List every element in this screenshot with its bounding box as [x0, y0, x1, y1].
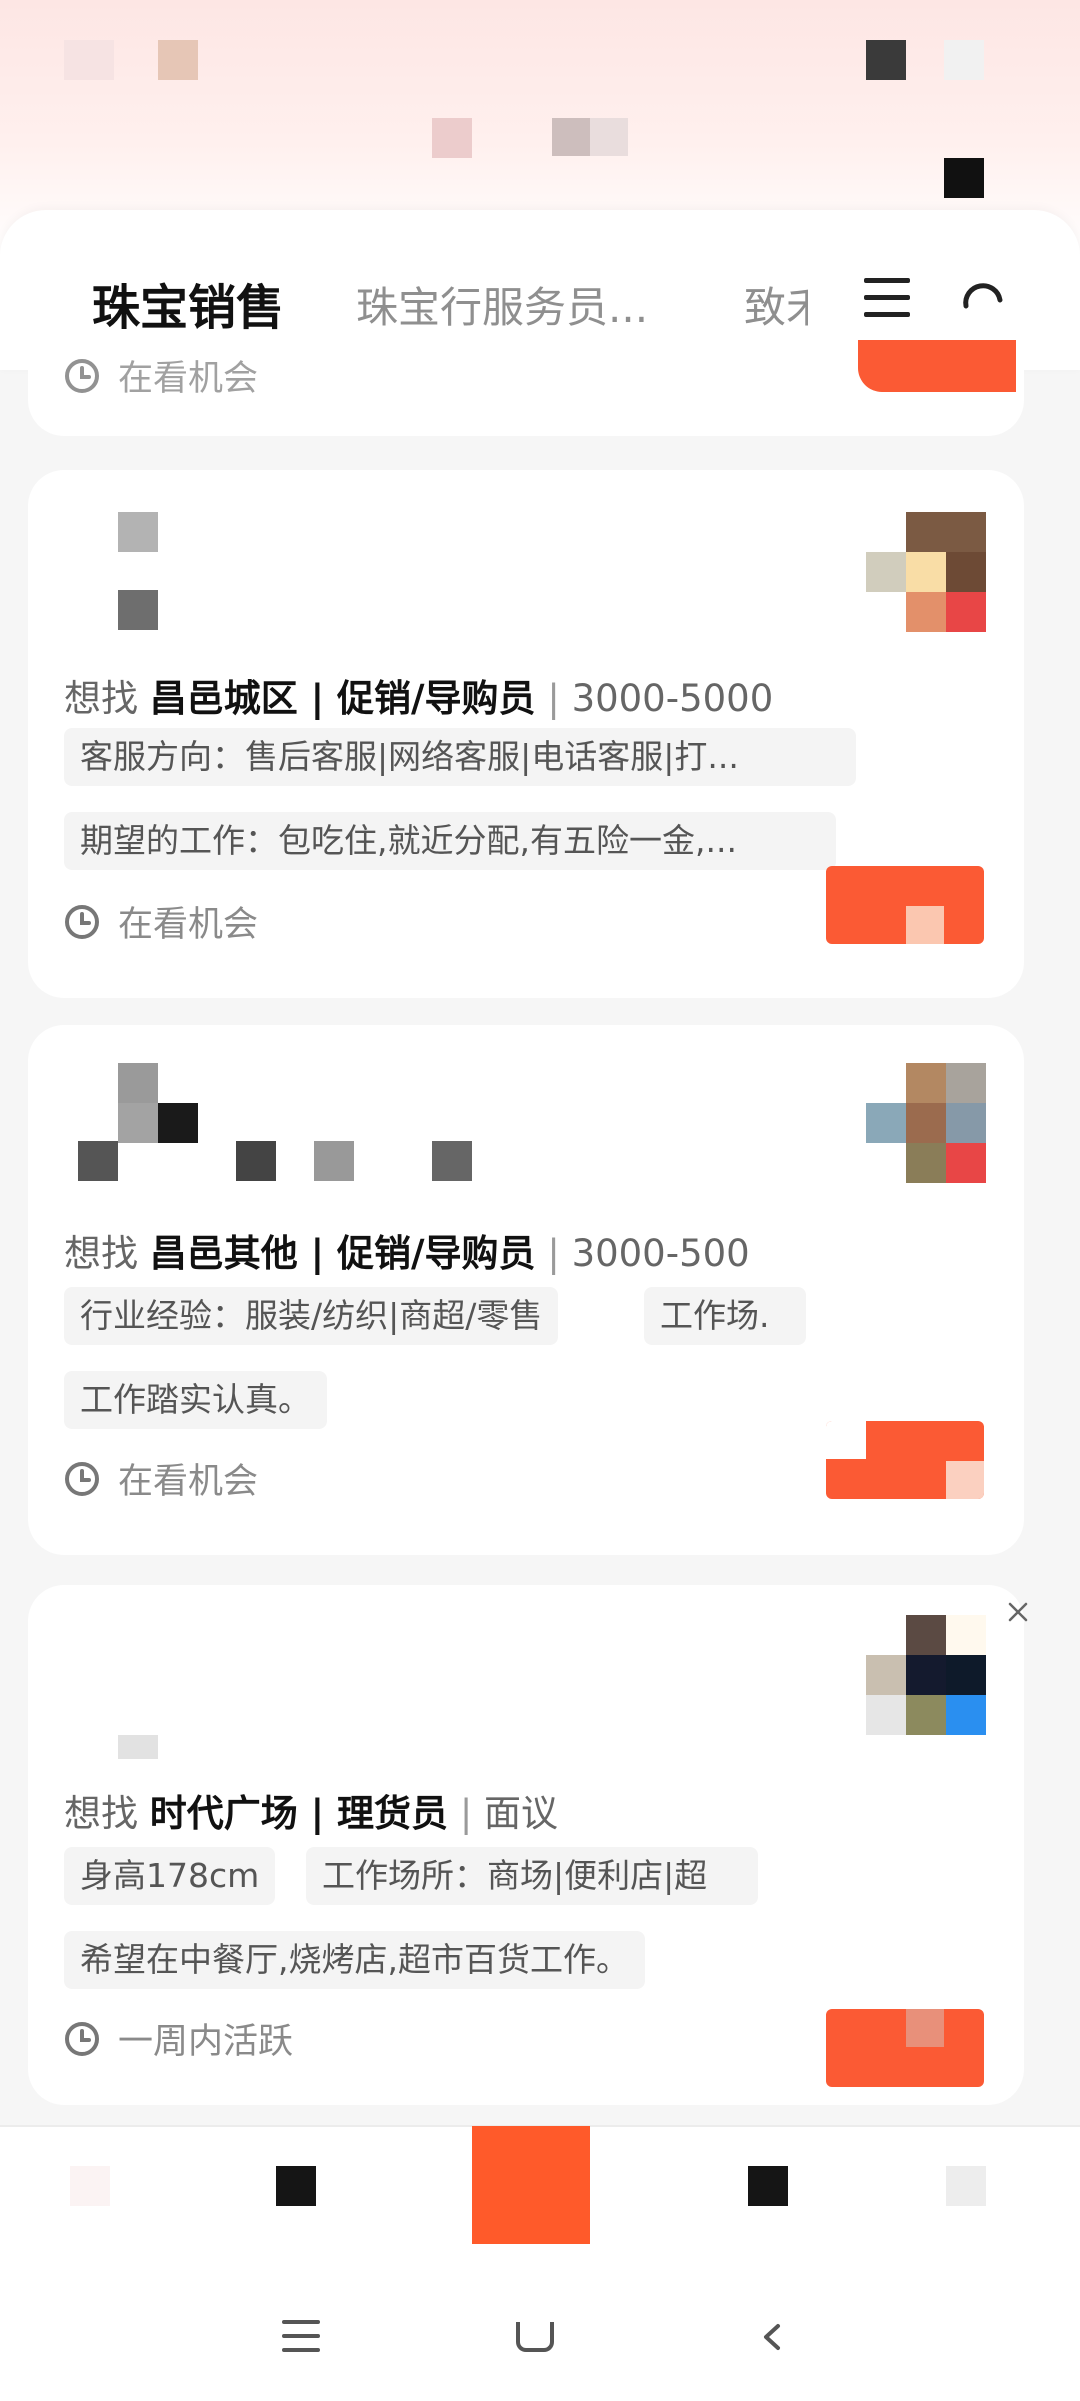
header-pixel — [552, 118, 590, 156]
avatar — [946, 1143, 986, 1183]
header-pixel — [432, 118, 472, 158]
close-icon[interactable] — [1006, 1600, 1030, 1624]
avatar — [906, 1063, 946, 1103]
activity-status: 在看机会 — [64, 896, 258, 947]
job-intent: 想找 时代广场 | 理货员 | 面议 — [64, 1792, 559, 1835]
activity-status: 在看机会 — [64, 350, 258, 401]
avatar — [866, 1103, 906, 1143]
avatar — [946, 1655, 986, 1695]
avatar — [946, 552, 986, 592]
status-bar-pixel — [866, 40, 906, 80]
header-pixel — [944, 158, 984, 198]
tab-jewelry-service[interactable]: 珠宝行服务员... — [356, 274, 648, 335]
chat-button[interactable] — [826, 1421, 984, 1499]
avatar — [946, 1695, 986, 1735]
avatar — [946, 1103, 986, 1143]
menu-icon[interactable] — [282, 2320, 320, 2352]
info-tag: 工作踏实认真。 — [64, 1371, 327, 1429]
tab-third[interactable]: 致禾 — [744, 274, 808, 335]
avatar-name-pixel — [118, 1735, 158, 1759]
avatar — [906, 512, 946, 552]
info-tag: 行业经验：服装/纺织|商超/零售 — [64, 1287, 559, 1345]
avatar — [946, 592, 986, 632]
activity-status: 一周内活跃 — [64, 2013, 293, 2064]
candidate-card-previous[interactable]: 在看机会 — [28, 340, 1024, 436]
status-bar-pixel — [944, 40, 984, 80]
avatar-name-pixel — [236, 1141, 276, 1181]
avatar — [946, 1063, 986, 1103]
home-icon[interactable] — [516, 2322, 554, 2352]
info-tag: 期望的工作：包吃住,就近分配,有五险一金,... — [64, 812, 836, 870]
nav-icon[interactable] — [276, 2166, 316, 2206]
info-tag: 工作场. — [644, 1287, 806, 1345]
avatar — [866, 552, 906, 592]
avatar-name-pixel — [118, 1103, 158, 1143]
activity-status: 在看机会 — [64, 1453, 258, 1504]
info-tag: 希望在中餐厅,烧烤店,超市百货工作。 — [64, 1931, 645, 1989]
tab-jewelry-sales[interactable]: 珠宝销售 — [92, 268, 284, 338]
avatar-name-pixel — [118, 590, 158, 630]
chat-button[interactable] — [858, 340, 1016, 392]
header-pixel — [590, 118, 628, 156]
avatar-name-pixel — [118, 1063, 158, 1103]
candidate-card[interactable]: 想找 昌邑其他 | 促销/导购员 | 3000-500 行业经验：服装/纺织|商… — [28, 1025, 1024, 1555]
info-tag: 客服方向：售后客服|网络客服|电话客服|打... — [64, 728, 856, 786]
center-publish-button[interactable] — [472, 2126, 590, 2244]
avatar — [866, 1655, 906, 1695]
avatar — [906, 1695, 946, 1735]
candidate-card[interactable]: 想找 昌邑城区 | 促销/导购员 | 3000-5000 客服方向：售后客服|网… — [28, 470, 1024, 998]
info-tag: 身高178cm — [64, 1847, 276, 1905]
status-bar-pixel — [64, 40, 114, 80]
status-bar-pixel — [158, 40, 198, 80]
avatar — [906, 1655, 946, 1695]
job-intent: 想找 昌邑城区 | 促销/导购员 | 3000-5000 — [64, 677, 774, 720]
avatar — [866, 1695, 906, 1735]
chat-button[interactable] — [826, 2009, 984, 2087]
back-icon[interactable] — [758, 2322, 788, 2352]
avatar — [906, 592, 946, 632]
clock-icon — [65, 1461, 99, 1496]
clock-icon — [65, 2021, 99, 2056]
nav-icon[interactable] — [946, 2166, 986, 2206]
avatar — [906, 1103, 946, 1143]
avatar-name-pixel — [118, 512, 158, 552]
candidate-card[interactable]: 想找 时代广场 | 理货员 | 面议 身高178cm 工作场所：商场|便利店|超… — [28, 1585, 1024, 2105]
refresh-icon[interactable] — [962, 276, 1004, 312]
menu-icon[interactable] — [864, 278, 910, 318]
avatar-name-pixel — [158, 1103, 198, 1143]
avatar-name-pixel — [432, 1141, 472, 1181]
avatar-name-pixel — [314, 1141, 354, 1181]
job-intent: 想找 昌邑其他 | 促销/导购员 | 3000-500 — [64, 1232, 750, 1275]
avatar — [906, 552, 946, 592]
avatar-name-pixel — [78, 1141, 118, 1181]
nav-icon[interactable] — [70, 2166, 110, 2206]
clock-icon — [65, 358, 99, 393]
nav-icon[interactable] — [748, 2166, 788, 2206]
chat-button[interactable] — [826, 866, 984, 944]
avatar — [906, 1143, 946, 1183]
clock-icon — [65, 904, 99, 939]
info-tag: 工作场所：商场|便利店|超 — [306, 1847, 758, 1905]
avatar — [866, 512, 906, 552]
avatar — [946, 512, 986, 552]
avatar — [906, 1615, 946, 1655]
avatar — [946, 1615, 986, 1655]
